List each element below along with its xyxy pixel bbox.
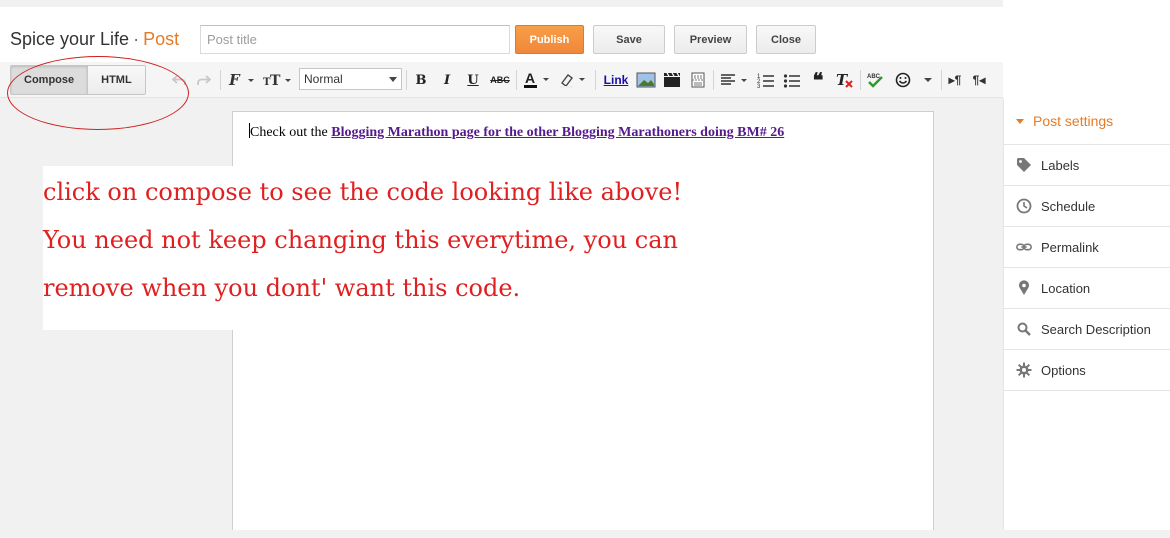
label-tag-icon bbox=[1016, 157, 1032, 173]
sidebar-item-label: Permalink bbox=[1041, 239, 1099, 255]
highlight-icon[interactable] bbox=[558, 70, 588, 90]
clock-icon bbox=[1016, 198, 1032, 214]
sidebar-item-schedule[interactable]: Schedule bbox=[1004, 186, 1170, 227]
svg-text:3: 3 bbox=[757, 84, 761, 88]
page-title: Spice your Life · Post bbox=[10, 29, 179, 50]
sidebar-item-label: Schedule bbox=[1041, 198, 1096, 214]
sidebar-item-location[interactable]: Location bbox=[1004, 268, 1170, 309]
format-select[interactable]: Normal bbox=[299, 68, 402, 90]
post-settings-sidebar: Post settings Labels Schedule Permalink … bbox=[1003, 98, 1170, 530]
blogger-post-editor: Spice your Life·Post Publish Save Previe… bbox=[0, 0, 1170, 538]
sidebar-top-spacer bbox=[1003, 62, 1170, 98]
section-name: Post bbox=[143, 29, 180, 49]
link-button[interactable]: Link bbox=[602, 70, 630, 90]
sidebar-item-label: Location bbox=[1041, 280, 1091, 296]
emoji-icon[interactable] bbox=[893, 70, 913, 90]
collapse-triangle-icon bbox=[1016, 118, 1024, 124]
post-title-input[interactable] bbox=[200, 25, 510, 54]
link-chain-icon bbox=[1016, 239, 1032, 255]
sidebar-item-labels[interactable]: Labels bbox=[1004, 145, 1170, 186]
gear-icon bbox=[1016, 362, 1032, 378]
annotation-note: click on compose to see the code looking… bbox=[43, 168, 763, 312]
save-button[interactable]: Save bbox=[593, 25, 665, 54]
sidebar-item-label: Labels bbox=[1041, 157, 1080, 173]
underline-icon[interactable]: U bbox=[465, 70, 481, 90]
more-icon[interactable] bbox=[920, 70, 936, 90]
close-button[interactable]: Close bbox=[756, 25, 816, 54]
strikethrough-icon[interactable]: ABC bbox=[489, 70, 511, 90]
sidebar-item-label: Options bbox=[1041, 362, 1086, 378]
chevron-down-icon bbox=[389, 77, 397, 82]
svg-text:T: T bbox=[270, 73, 281, 88]
preview-button[interactable]: Preview bbox=[674, 25, 747, 54]
post-settings-label: Post settings bbox=[1033, 113, 1114, 129]
insert-jump-break-icon[interactable] bbox=[689, 70, 707, 90]
bulleted-list-icon[interactable] bbox=[783, 70, 801, 90]
italic-icon[interactable]: I bbox=[439, 70, 455, 90]
numbered-list-icon[interactable]: 123 bbox=[757, 70, 775, 90]
bottom-strip bbox=[0, 530, 1170, 538]
blogging-marathon-link[interactable]: Blogging Marathon page for the other Blo… bbox=[331, 125, 784, 140]
bold-icon[interactable]: B bbox=[413, 70, 429, 90]
spellcheck-icon[interactable]: ABC bbox=[866, 70, 886, 90]
text-color-icon[interactable]: A bbox=[522, 70, 552, 90]
svg-text:F: F bbox=[228, 72, 241, 88]
align-icon[interactable] bbox=[719, 70, 751, 90]
insert-image-icon[interactable] bbox=[635, 70, 657, 90]
ltr-icon[interactable]: ▸¶ bbox=[946, 70, 964, 90]
search-icon bbox=[1016, 321, 1032, 337]
quote-icon[interactable]: ❝ bbox=[809, 68, 827, 92]
top-bar: Spice your Life·Post Publish Save Previe… bbox=[0, 0, 1003, 62]
rtl-icon[interactable]: ¶◂ bbox=[970, 70, 988, 90]
redo-icon[interactable] bbox=[196, 70, 212, 90]
title-separator: · bbox=[133, 29, 140, 49]
sidebar-item-permalink[interactable]: Permalink bbox=[1004, 227, 1170, 268]
insert-video-icon[interactable] bbox=[662, 70, 682, 90]
highlight-ellipse bbox=[7, 56, 189, 130]
editor-content: Check out the Blogging Marathon page for… bbox=[249, 123, 784, 141]
font-size-icon[interactable]: TT bbox=[262, 70, 294, 90]
svg-text:A: A bbox=[525, 71, 535, 86]
sidebar-item-search-description[interactable]: Search Description bbox=[1004, 309, 1170, 350]
annotation-line: remove when you dont' want this code. bbox=[43, 274, 521, 302]
annotation-line: click on compose to see the code looking… bbox=[43, 178, 683, 206]
editor-text: Check out the bbox=[250, 125, 332, 140]
post-settings-heading[interactable]: Post settings bbox=[1004, 98, 1170, 145]
font-family-icon[interactable]: F bbox=[228, 70, 258, 90]
sidebar-item-label: Search Description bbox=[1041, 321, 1151, 337]
sidebar-item-options[interactable]: Options bbox=[1004, 350, 1170, 391]
blog-name: Spice your Life bbox=[10, 29, 130, 49]
format-select-value: Normal bbox=[304, 72, 343, 86]
map-pin-icon bbox=[1016, 280, 1032, 296]
annotation-line: You need not keep changing this everytim… bbox=[43, 226, 678, 254]
remove-formatting-icon[interactable]: T bbox=[835, 70, 855, 90]
publish-button[interactable]: Publish bbox=[515, 25, 584, 54]
